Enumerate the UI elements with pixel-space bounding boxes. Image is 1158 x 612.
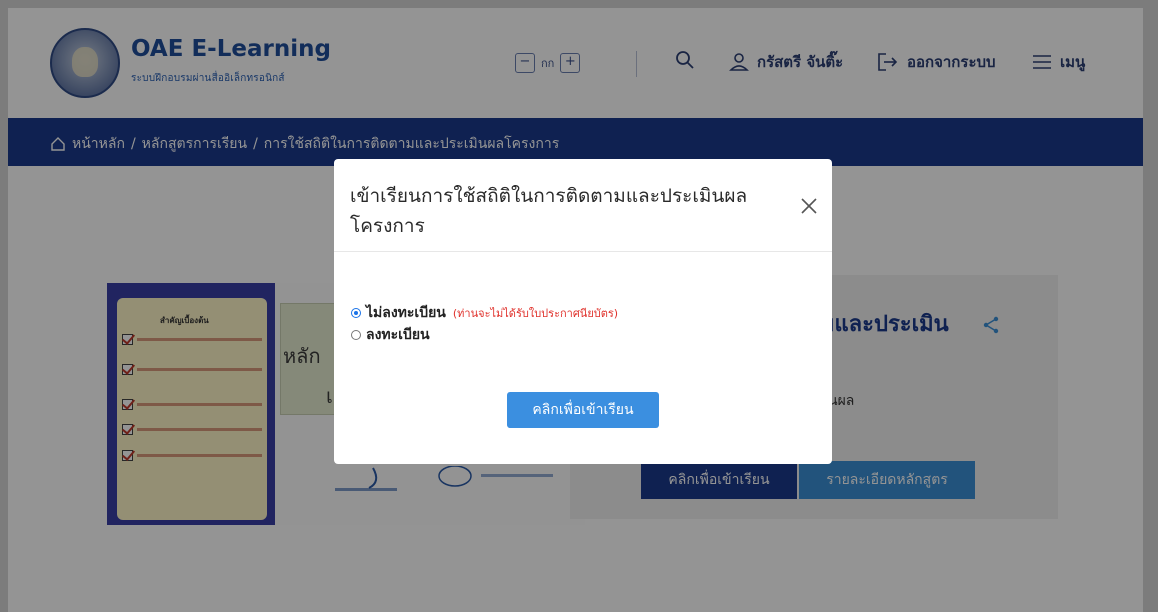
option-no-register-note: (ท่านจะไม่ได้รับใบประกาศนียบัตร) [452, 307, 619, 320]
option-no-register-label: ไม่ลงทะเบียน [366, 305, 446, 321]
option-register[interactable]: ลงทะเบียน [351, 324, 430, 346]
modal-header: เข้าเรียนการใช้สถิติในการติดตามและประเมิ… [334, 159, 832, 252]
option-register-label: ลงทะเบียน [366, 327, 430, 343]
radio-no-register[interactable] [351, 308, 361, 318]
enroll-modal: เข้าเรียนการใช้สถิติในการติดตามและประเมิ… [334, 159, 832, 464]
modal-title: เข้าเรียนการใช้สถิติในการติดตามและประเมิ… [350, 185, 748, 237]
close-icon[interactable] [800, 197, 818, 215]
radio-register[interactable] [351, 330, 361, 340]
option-no-register[interactable]: ไม่ลงทะเบียน (ท่านจะไม่ได้รับใบประกาศนีย… [351, 302, 618, 324]
enter-course-button[interactable]: คลิกเพื่อเข้าเรียน [507, 392, 659, 428]
